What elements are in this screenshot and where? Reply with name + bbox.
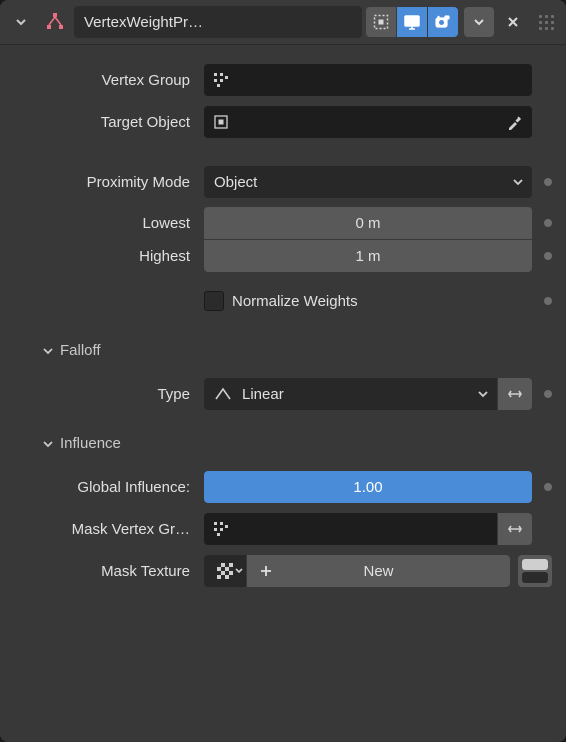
lowest-label: Lowest [14, 215, 204, 232]
visibility-toggle-group [366, 7, 458, 37]
global-influence-value: 1.00 [353, 479, 382, 496]
delete-modifier-button[interactable] [498, 7, 528, 37]
proximity-mode-dropdown[interactable]: Object [204, 166, 532, 198]
influence-subpanel-header[interactable]: Influence [14, 431, 552, 456]
falloff-type-dropdown[interactable]: Linear [204, 378, 497, 410]
target-object-row: Target Object [14, 105, 552, 139]
checker-icon [217, 563, 233, 579]
vertex-group-icon [210, 64, 232, 96]
texture-browse-dropdown[interactable] [204, 555, 246, 587]
chevron-down-icon [235, 567, 243, 575]
vertex-group-field[interactable] [204, 64, 532, 96]
show-in-viewport-toggle[interactable] [397, 7, 427, 37]
modifier-type-icon [40, 7, 70, 37]
proximity-mode-row: Proximity Mode Object [14, 165, 552, 199]
proximity-mode-value: Object [214, 174, 257, 191]
highest-label: Highest [14, 248, 204, 265]
animate-dot[interactable] [544, 483, 552, 491]
new-texture-button[interactable]: New [247, 555, 510, 587]
mask-texture-label: Mask Texture [14, 563, 204, 580]
mask-vertex-group-label: Mask Vertex Gr… [14, 521, 204, 538]
drag-handle[interactable] [536, 15, 556, 30]
lowest-row: Lowest 0 m [14, 207, 552, 239]
new-texture-label: New [363, 563, 393, 580]
falloff-shape-icon [214, 387, 232, 401]
falloff-subpanel-header[interactable]: Falloff [14, 338, 552, 363]
chevron-down-icon [477, 388, 489, 400]
modifier-panel: VertexWeightPr… [0, 0, 566, 742]
panel-header: VertexWeightPr… [0, 0, 566, 45]
animate-dot[interactable] [544, 178, 552, 186]
target-object-field[interactable] [204, 106, 532, 138]
normalize-label: Normalize Weights [232, 293, 358, 310]
global-influence-row: Global Influence: 1.00 [14, 470, 552, 504]
vertex-group-label: Vertex Group [14, 72, 204, 89]
proximity-mode-label: Proximity Mode [14, 174, 204, 191]
normalize-checkbox[interactable] [204, 291, 224, 311]
object-icon [210, 106, 232, 138]
highest-field[interactable]: 1 m [204, 240, 532, 272]
normalize-row: Normalize Weights [14, 284, 552, 318]
global-influence-slider[interactable]: 1.00 [204, 471, 532, 503]
invert-falloff-button[interactable] [498, 378, 532, 410]
vertex-group-icon [210, 513, 232, 545]
animate-dot[interactable] [544, 390, 552, 398]
target-object-label: Target Object [14, 114, 204, 131]
chevron-down-icon [512, 176, 524, 188]
mask-vertex-group-row: Mask Vertex Gr… [14, 512, 552, 546]
texture-properties-button[interactable] [518, 555, 552, 587]
animate-dot[interactable] [544, 297, 552, 305]
influence-section-label: Influence [60, 435, 121, 452]
show-in-render-toggle[interactable] [428, 7, 458, 37]
falloff-type-value: Linear [242, 386, 284, 403]
highest-row: Highest 1 m [14, 240, 552, 272]
highest-value: 1 m [355, 248, 380, 265]
plus-icon [259, 564, 273, 578]
falloff-section-label: Falloff [60, 342, 101, 359]
modifier-extras-menu[interactable] [464, 7, 494, 37]
panel-body: Vertex Group Target Object [0, 45, 566, 602]
mask-texture-row: Mask Texture [14, 554, 552, 588]
vertex-group-row: Vertex Group [14, 63, 552, 97]
lowest-value: 0 m [355, 215, 380, 232]
falloff-type-row: Type Linear [14, 377, 552, 411]
modifier-name-field[interactable]: VertexWeightPr… [74, 6, 362, 38]
animate-dot[interactable] [544, 219, 552, 227]
global-influence-label: Global Influence: [14, 479, 204, 496]
show-in-editmode-toggle[interactable] [366, 7, 396, 37]
eyedropper-icon[interactable] [506, 113, 524, 131]
falloff-type-label: Type [14, 386, 204, 403]
modifier-name-text: VertexWeightPr… [84, 14, 203, 31]
panel-collapse-toggle[interactable] [6, 7, 36, 37]
lowest-field[interactable]: 0 m [204, 207, 532, 239]
animate-dot[interactable] [544, 252, 552, 260]
mask-vertex-group-field[interactable] [204, 513, 497, 545]
invert-mask-vg-button[interactable] [498, 513, 532, 545]
